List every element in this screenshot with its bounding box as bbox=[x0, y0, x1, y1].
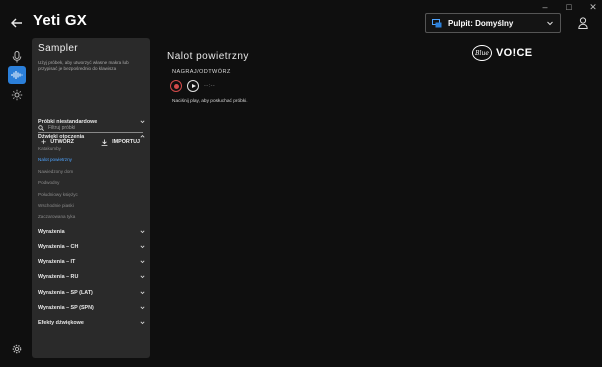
play-hint: Naciśnij play, aby posłuchać próbki. bbox=[172, 99, 248, 104]
sample-item-wschodnie-piaski[interactable]: Wschodnie piaski bbox=[38, 203, 74, 208]
category-label: Wyrażenia – IT bbox=[38, 258, 76, 265]
blue-voice-logo: Blue VO!CE bbox=[472, 45, 532, 61]
chevron-down-icon bbox=[140, 291, 145, 295]
sample-item-zaczarowana-tyka[interactable]: Zaczarowana tyka bbox=[38, 214, 75, 219]
record-button[interactable] bbox=[170, 80, 182, 92]
back-arrow-icon[interactable] bbox=[10, 16, 24, 30]
record-icon bbox=[173, 83, 179, 89]
rail-sampler[interactable] bbox=[8, 66, 26, 84]
app-title: Yeti GX bbox=[33, 12, 87, 29]
category-phrases[interactable]: Wyrażenia bbox=[38, 227, 145, 236]
desktop-profile-icon bbox=[432, 18, 442, 27]
chevron-down-icon bbox=[140, 120, 145, 124]
user-account-icon[interactable] bbox=[578, 17, 588, 29]
category-label: Wyrażenia – CH bbox=[38, 243, 79, 250]
category-phrases-ch[interactable]: Wyrażenia – CH bbox=[38, 242, 145, 251]
sampler-panel: Sampler Użyj próbek, aby utworzyć własne… bbox=[32, 38, 150, 358]
chevron-down-icon bbox=[140, 245, 145, 249]
category-label: Próbki niestandardowe bbox=[38, 118, 98, 125]
sample-item-nawiedzony-dom[interactable]: Nawiedzony dom bbox=[38, 169, 73, 174]
play-icon bbox=[191, 84, 196, 88]
app-window: – □ ✕ Yeti GX Pulpit: Domyślny Sampler U… bbox=[0, 0, 602, 367]
category-label: Wyrażenia – SP (SPN) bbox=[38, 304, 94, 311]
minimize-button[interactable]: – bbox=[540, 2, 550, 12]
profile-dropdown[interactable]: Pulpit: Domyślny bbox=[425, 13, 561, 33]
panel-description: Użyj próbek, aby utworzyć własne makra l… bbox=[38, 60, 129, 72]
category-phrases-ru[interactable]: Wyrażenia – RU bbox=[38, 272, 145, 281]
sample-item-poludniowy-ksiezyc[interactable]: Południowy księżyc bbox=[38, 192, 78, 197]
category-label: Efekty dźwiękowe bbox=[38, 319, 84, 326]
chevron-up-icon bbox=[140, 135, 145, 138]
sample-item-nalot-powietrzny[interactable]: Nalot powietrzny bbox=[38, 157, 72, 162]
category-sound-effects[interactable]: Efekty dźwiękowe bbox=[38, 318, 145, 327]
waveform-icon bbox=[11, 71, 23, 79]
chevron-down-icon bbox=[140, 306, 145, 310]
chevron-down-icon bbox=[140, 230, 145, 234]
lighting-icon bbox=[11, 89, 23, 101]
panel-title: Sampler bbox=[38, 43, 79, 54]
playback-time: --:-- bbox=[204, 83, 216, 89]
category-label: Dźwięki otoczenia bbox=[38, 133, 85, 140]
blue-logo-icon: Blue bbox=[472, 45, 492, 61]
chevron-down-icon bbox=[140, 321, 145, 325]
microphone-icon bbox=[12, 51, 22, 63]
chevron-down-icon bbox=[140, 275, 145, 279]
sample-item-katakumby[interactable]: Katakumby bbox=[38, 146, 61, 151]
settings-gear-icon[interactable] bbox=[12, 344, 22, 354]
chevron-down-icon bbox=[547, 21, 553, 26]
chevron-down-icon bbox=[140, 260, 145, 264]
maximize-button[interactable]: □ bbox=[564, 2, 574, 12]
profile-label: Pulpit: Domyślny bbox=[448, 18, 514, 28]
record-play-label: NAGRAJ/ODTWÓRZ bbox=[172, 69, 231, 75]
category-phrases-it[interactable]: Wyrażenia – IT bbox=[38, 257, 145, 266]
close-button[interactable]: ✕ bbox=[588, 2, 598, 12]
category-label: Wyrażenia – SP (LAT) bbox=[38, 289, 93, 296]
play-button[interactable] bbox=[187, 80, 199, 92]
sample-item-podwodny[interactable]: Podwodny bbox=[38, 180, 59, 185]
category-label: Wyrażenia bbox=[38, 228, 65, 235]
rail-lighting[interactable] bbox=[8, 86, 26, 104]
voice-logo-text: VO!CE bbox=[496, 47, 533, 59]
category-ambient[interactable]: Dźwięki otoczenia bbox=[38, 132, 145, 141]
rail-microphone[interactable] bbox=[8, 48, 26, 66]
category-phrases-sp-spn[interactable]: Wyrażenia – SP (SPN) bbox=[38, 303, 145, 312]
category-custom[interactable]: Próbki niestandardowe bbox=[38, 117, 145, 126]
category-phrases-sp-lat[interactable]: Wyrażenia – SP (LAT) bbox=[38, 288, 145, 297]
left-rail bbox=[0, 40, 32, 367]
category-label: Wyrażenia – RU bbox=[38, 273, 79, 280]
sample-title: Nalot powietrzny bbox=[167, 51, 249, 62]
window-controls: – □ ✕ bbox=[540, 2, 598, 12]
